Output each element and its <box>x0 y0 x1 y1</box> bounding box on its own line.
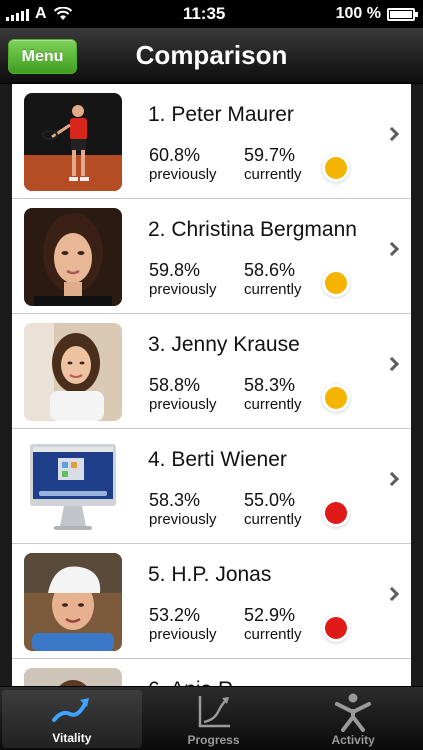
current-percentage: 59.7% <box>244 145 296 165</box>
tab-vitality[interactable]: Vitality <box>2 690 142 748</box>
navigation-bar: Menu Comparison <box>0 28 423 84</box>
girl-portrait-photo <box>24 323 122 421</box>
current-label: currently <box>244 166 302 183</box>
page-title: Comparison <box>135 40 288 70</box>
tab-label: Vitality <box>52 731 92 745</box>
status-indicator-icon <box>325 387 347 409</box>
battery-percentage: 100 % <box>335 5 381 22</box>
previous-value: 58.3% previously <box>149 491 217 529</box>
previous-percentage: 59.8% <box>149 260 201 280</box>
tab-progress[interactable]: Progress <box>144 687 284 750</box>
progress-chart-icon <box>198 696 230 728</box>
status-indicator-icon <box>325 157 347 179</box>
previous-label: previously <box>149 396 217 413</box>
computer-monitor-photo <box>24 438 122 536</box>
person-name: 2. Christina Bergmann <box>148 218 357 241</box>
previous-value: 53.2% previously <box>149 606 217 644</box>
list-item[interactable]: 2. Christina Bergmann 59.8% previously 5… <box>12 199 411 314</box>
activity-person-icon <box>335 693 372 732</box>
previous-percentage: 58.8% <box>149 375 201 395</box>
previous-value: 58.8% previously <box>149 376 217 414</box>
previous-percentage: 53.2% <box>149 605 201 625</box>
clock: 11:35 <box>182 4 226 23</box>
chevron-right-icon[interactable] <box>384 126 400 142</box>
person-name: 6. Anja R... <box>148 678 251 686</box>
previous-percentage: 58.3% <box>149 490 201 510</box>
tab-label: Activity <box>331 733 375 747</box>
chevron-right-icon[interactable] <box>384 356 400 372</box>
tab-label: Progress <box>187 733 240 747</box>
previous-value: 59.8% previously <box>149 261 217 299</box>
signal-strength-icon <box>6 7 29 21</box>
current-value: 58.6% currently <box>244 261 302 299</box>
current-label: currently <box>244 281 302 298</box>
status-indicator-icon <box>325 272 347 294</box>
previous-label: previously <box>149 626 217 643</box>
tennis-player-photo <box>24 93 122 191</box>
vitality-icon <box>51 698 89 722</box>
current-percentage: 58.6% <box>244 260 296 280</box>
chevron-right-icon[interactable] <box>384 586 400 602</box>
list-item[interactable]: 4. Berti Wiener 58.3% previously 55.0% c… <box>12 429 411 544</box>
person-name: 3. Jenny Krause <box>148 333 300 356</box>
previous-value: 60.8% previously <box>149 146 217 184</box>
list-item[interactable]: 1. Peter Maurer 60.8% previously 59.7% c… <box>12 84 411 199</box>
person-name: 1. Peter Maurer <box>148 103 294 126</box>
previous-label: previously <box>149 281 217 298</box>
tab-bar: Vitality Progress Activity <box>0 686 423 750</box>
current-percentage: 52.9% <box>244 605 296 625</box>
current-label: currently <box>244 626 302 643</box>
previous-label: previously <box>149 166 217 183</box>
previous-label: previously <box>149 511 217 528</box>
chevron-right-icon[interactable] <box>384 241 400 257</box>
partial-portrait-photo <box>24 668 122 686</box>
tab-activity[interactable]: Activity <box>283 687 423 750</box>
current-value: 59.7% currently <box>244 146 302 184</box>
person-name: 5. H.P. Jonas <box>148 563 272 586</box>
woman-portrait-photo <box>24 208 122 306</box>
man-with-cap-photo <box>24 553 122 651</box>
current-label: currently <box>244 396 302 413</box>
current-value: 52.9% currently <box>244 606 302 644</box>
status-indicator-icon <box>325 617 347 639</box>
list-item[interactable]: 6. Anja R... <box>12 659 411 686</box>
status-indicator-icon <box>325 502 347 524</box>
list-item[interactable]: 5. H.P. Jonas 53.2% previously 52.9% cur… <box>12 544 411 659</box>
comparison-list[interactable]: 1. Peter Maurer 60.8% previously 59.7% c… <box>12 84 411 686</box>
current-percentage: 55.0% <box>244 490 296 510</box>
current-value: 58.3% currently <box>244 376 302 414</box>
status-bar: A 11:35 100 % <box>0 0 423 28</box>
carrier-name: A <box>35 5 47 22</box>
current-label: currently <box>244 511 302 528</box>
chevron-right-icon[interactable] <box>384 471 400 487</box>
person-name: 4. Berti Wiener <box>148 448 287 471</box>
battery-icon <box>386 7 418 21</box>
previous-percentage: 60.8% <box>149 145 201 165</box>
wifi-icon <box>53 7 72 20</box>
current-percentage: 58.3% <box>244 375 296 395</box>
current-value: 55.0% currently <box>244 491 302 529</box>
list-item[interactable]: 3. Jenny Krause 58.8% previously 58.3% c… <box>12 314 411 429</box>
